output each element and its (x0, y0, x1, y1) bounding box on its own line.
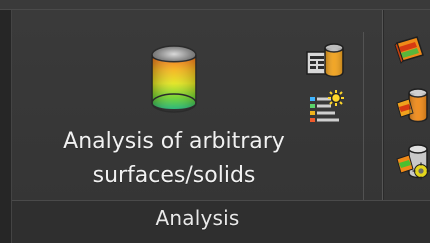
legend-list-icon (310, 90, 344, 122)
panel-divider (363, 32, 364, 202)
cylinder-report-button[interactable] (302, 37, 350, 85)
right-tool-2-button[interactable] (386, 82, 430, 130)
right-tool-1-button[interactable] (386, 26, 430, 74)
adjacent-panel-footer (383, 200, 430, 243)
panel-title: Analysis (155, 206, 240, 230)
cylinder-orange-icon (396, 88, 428, 123)
analysis-label-line1: Analysis of arbitrary (63, 129, 285, 154)
right-tool-3-button[interactable] (386, 138, 430, 186)
legend-list-button[interactable] (302, 85, 350, 133)
orange-box-icon (394, 36, 424, 64)
analysis-label-line2: surfaces/solids (92, 163, 256, 188)
panel-left-edge (0, 10, 12, 243)
cylinder-gear-icon (396, 144, 430, 180)
panel-footer: Analysis (12, 200, 383, 243)
analysis-arbitrary-surfaces-button[interactable]: Analysis of arbitrary surfaces/solids (33, 32, 313, 202)
analysis-arbitrary-surfaces-label: Analysis of arbitrary surfaces/solids (34, 125, 314, 193)
colored-cylinder-icon (142, 43, 206, 119)
cylinder-report-icon (306, 43, 344, 78)
ribbon-top-strip (0, 0, 430, 10)
